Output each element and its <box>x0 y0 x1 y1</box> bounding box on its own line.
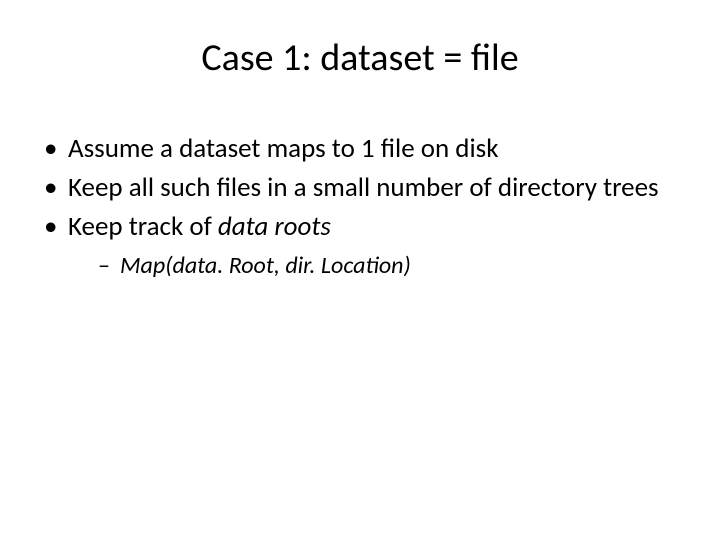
bullet-text: Assume a dataset maps to 1 file on disk <box>68 132 498 165</box>
bullet-item: Keep track of data roots Map(data. Root,… <box>40 209 690 281</box>
sub-item: Map(data. Root, dir. Location) <box>98 250 690 281</box>
slide-title: Case 1: dataset = file <box>30 35 690 81</box>
bullet-text-italic: data roots <box>218 210 331 243</box>
bullet-item: Assume a dataset maps to 1 file on disk <box>40 131 690 166</box>
bullet-item: Keep all such files in a small number of… <box>40 170 690 205</box>
bullet-text: Keep all such files in a small number of… <box>68 171 659 204</box>
sub-list: Map(data. Root, dir. Location) <box>68 250 690 281</box>
bullet-list: Assume a dataset maps to 1 file on disk … <box>30 131 690 281</box>
sub-item-text: Map(data. Root, dir. Location) <box>120 251 411 280</box>
bullet-text-prefix: Keep track of <box>68 210 218 243</box>
